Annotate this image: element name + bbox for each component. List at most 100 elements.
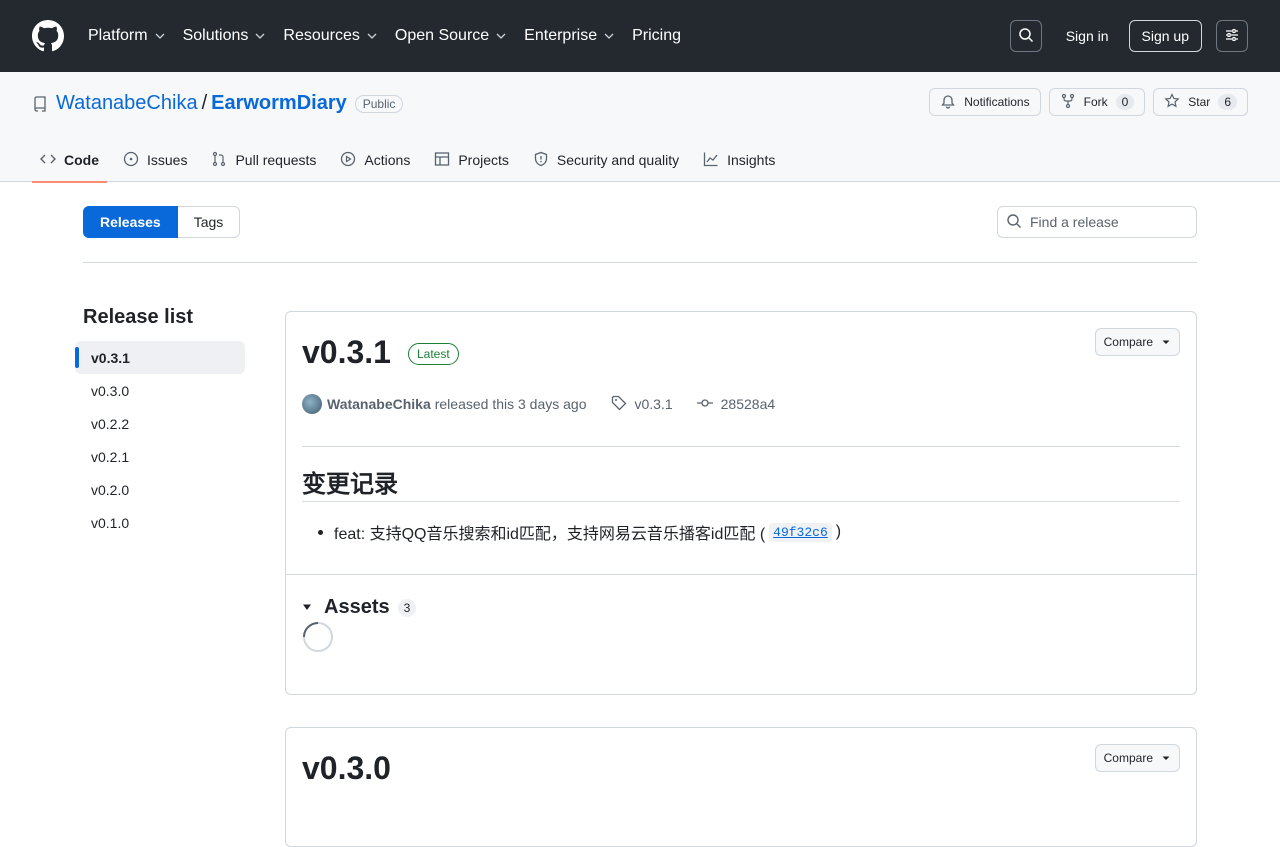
release-list: v0.3.1 v0.3.0 v0.2.2 v0.2.1 v0.2.0 v0.1.… [75,341,245,539]
sign-up-button[interactable]: Sign up [1128,20,1202,52]
chevron-down-icon [366,30,378,42]
avatar[interactable] [302,394,322,414]
release-version[interactable]: v0.3.0 [302,750,391,787]
bell-icon [940,93,964,112]
latest-badge: Latest [408,343,459,365]
tab-issues[interactable]: Issues [115,138,195,182]
divider [286,574,1196,575]
releases-tags-toggle: Releases Tags [83,206,241,238]
bullet-dot [318,529,323,535]
assets-count: 3 [397,598,417,617]
notifications-button[interactable]: Notifications [929,88,1041,116]
tab-label: Security and quality [556,152,680,168]
nav-label: Platform [88,27,148,44]
release-version[interactable]: v0.3.1 [302,334,391,371]
released-text: released this 3 days ago [434,396,587,412]
notifications-label: Notifications [964,95,1030,109]
release-list-title: Release list [83,306,194,328]
compare-button[interactable]: Compare [1094,328,1180,356]
nav-open-source[interactable]: Open Source [395,27,507,45]
tab-insights[interactable]: Insights [695,138,783,182]
release-author[interactable]: WatanabeChika [327,396,431,412]
release-card: v0.3.0 Compare [285,727,1197,847]
github-logo-icon[interactable] [32,20,64,52]
repo-name-link[interactable]: EarwormDiary [211,92,347,115]
path-separator: / [201,92,208,114]
star-count: 6 [1218,94,1237,110]
release-meta: WatanabeChika released this 3 days ago v… [302,394,775,414]
visibility-badge: Public [354,94,404,113]
tag-icon [611,395,635,414]
nav-resources[interactable]: Resources [283,27,377,45]
tab-label: Issues [147,152,188,168]
table-icon [434,151,458,170]
fork-icon [1060,93,1084,112]
release-list-item[interactable]: v0.2.1 [75,440,245,473]
tab-label: Code [64,152,99,168]
tab-actions[interactable]: Actions [332,138,418,182]
nav-enterprise[interactable]: Enterprise [524,27,615,45]
release-list-item[interactable]: v0.3.1 [75,341,245,374]
star-button[interactable]: Star 6 [1153,88,1248,116]
tab-pull-requests[interactable]: Pull requests [203,138,324,182]
find-release-search [997,206,1197,238]
search-button[interactable] [1009,20,1042,52]
compare-button[interactable]: Compare [1094,744,1180,772]
tag-label: v0.3.1 [634,396,673,412]
fork-button[interactable]: Fork 0 [1048,88,1146,116]
pull-request-icon [211,151,235,170]
fork-label: Fork [1083,95,1108,109]
global-nav: Platform Solutions Resources Open Source… [88,27,698,45]
star-icon [1164,92,1188,112]
changelog-heading: 变更记录 [302,471,398,498]
commit-icon [696,395,721,414]
release-list-item[interactable]: v0.2.2 [75,407,245,440]
fork-count: 0 [1115,94,1135,110]
code-icon [40,151,64,170]
compare-label: Compare [1103,751,1153,765]
sliders-icon [1224,27,1240,46]
releases-button[interactable]: Releases [83,206,178,238]
compare-label: Compare [1103,335,1153,349]
nav-label: Solutions [182,27,249,44]
search-icon [1006,213,1022,232]
search-icon [1018,27,1034,46]
changelog-text: feat: 支持QQ音乐搜索和id匹配，支持网易云音乐播客id匹配 ( [334,526,766,543]
tab-security[interactable]: Security and quality [525,138,687,182]
global-header: Platform Solutions Resources Open Source… [0,0,1280,72]
divider [302,501,1180,502]
nav-label: Open Source [394,27,490,44]
commit-label: 28528a4 [720,396,776,412]
commit-link[interactable]: 49f32c6 [769,522,832,542]
find-release-input[interactable] [1030,214,1190,230]
triangle-down-icon [1161,753,1171,763]
nav-solutions[interactable]: Solutions [183,27,267,45]
repo-title: WatanabeChika / EarwormDiary Public [32,92,404,115]
tags-button[interactable]: Tags [177,206,241,238]
assets-label: Assets [324,596,390,618]
tab-code[interactable]: Code [32,138,107,183]
tab-projects[interactable]: Projects [426,138,517,182]
chevron-down-icon [254,30,266,42]
release-list-item[interactable]: v0.1.0 [75,506,245,539]
star-label: Star [1188,95,1211,109]
release-commit[interactable]: 28528a4 [696,395,776,414]
nav-label: Resources [283,27,360,44]
play-icon [340,151,364,170]
assets-toggle[interactable]: Assets 3 [302,596,417,619]
tab-label: Insights [727,152,776,168]
divider [302,446,1180,447]
nav-label: Pricing [632,27,681,44]
sign-in-link[interactable]: Sign in [1066,28,1109,44]
menu-button[interactable] [1216,20,1248,52]
release-tag[interactable]: v0.3.1 [611,395,673,414]
triangle-down-icon [1161,337,1171,347]
repo-owner-link[interactable]: WatanabeChika [56,92,198,115]
release-list-item[interactable]: v0.2.0 [75,473,245,506]
nav-platform[interactable]: Platform [88,27,166,45]
tab-label: Projects [458,152,509,168]
repo-tabs: Code Issues Pull requests Actions Projec… [32,138,791,183]
divider [83,262,1197,263]
nav-pricing[interactable]: Pricing [632,27,681,45]
release-list-item[interactable]: v0.3.0 [75,374,245,407]
